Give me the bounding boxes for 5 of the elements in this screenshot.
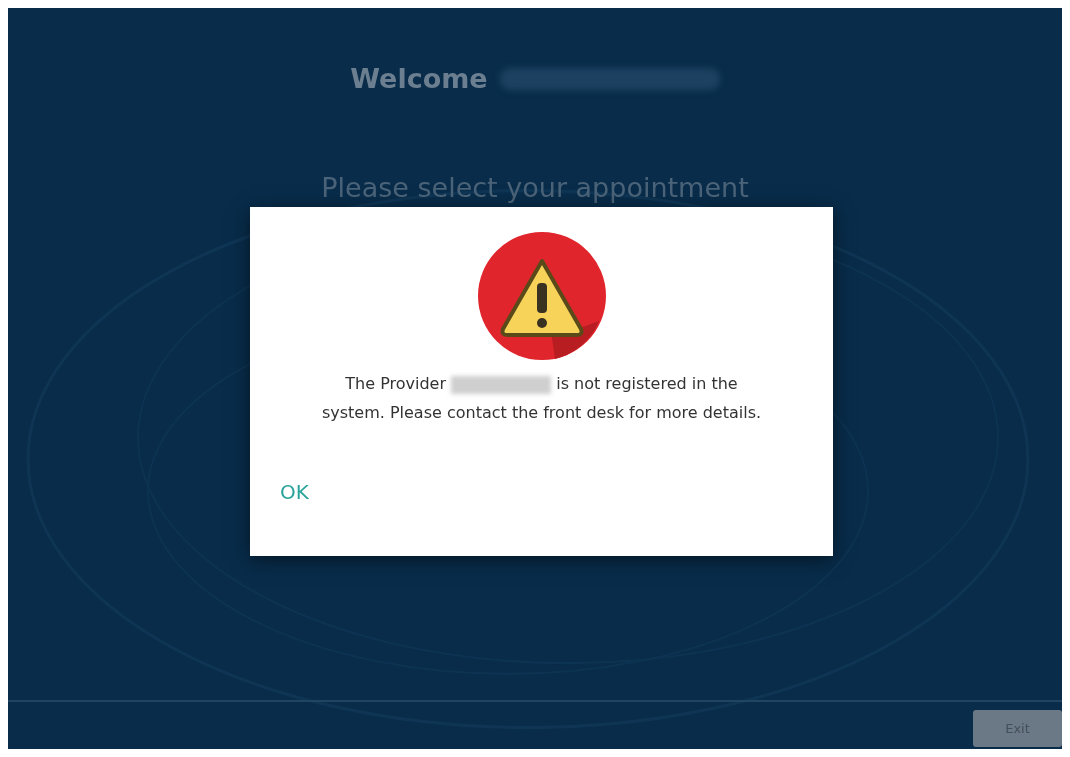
welcome-heading: Welcome: [350, 63, 488, 94]
appointment-prompt: Please select your appointment: [321, 172, 749, 203]
dialog-message: The Provider is not registered in the system. Please contact the front desk for more details.: [320, 373, 763, 424]
warning-icon: [476, 231, 607, 361]
ok-button[interactable]: OK: [278, 475, 311, 508]
